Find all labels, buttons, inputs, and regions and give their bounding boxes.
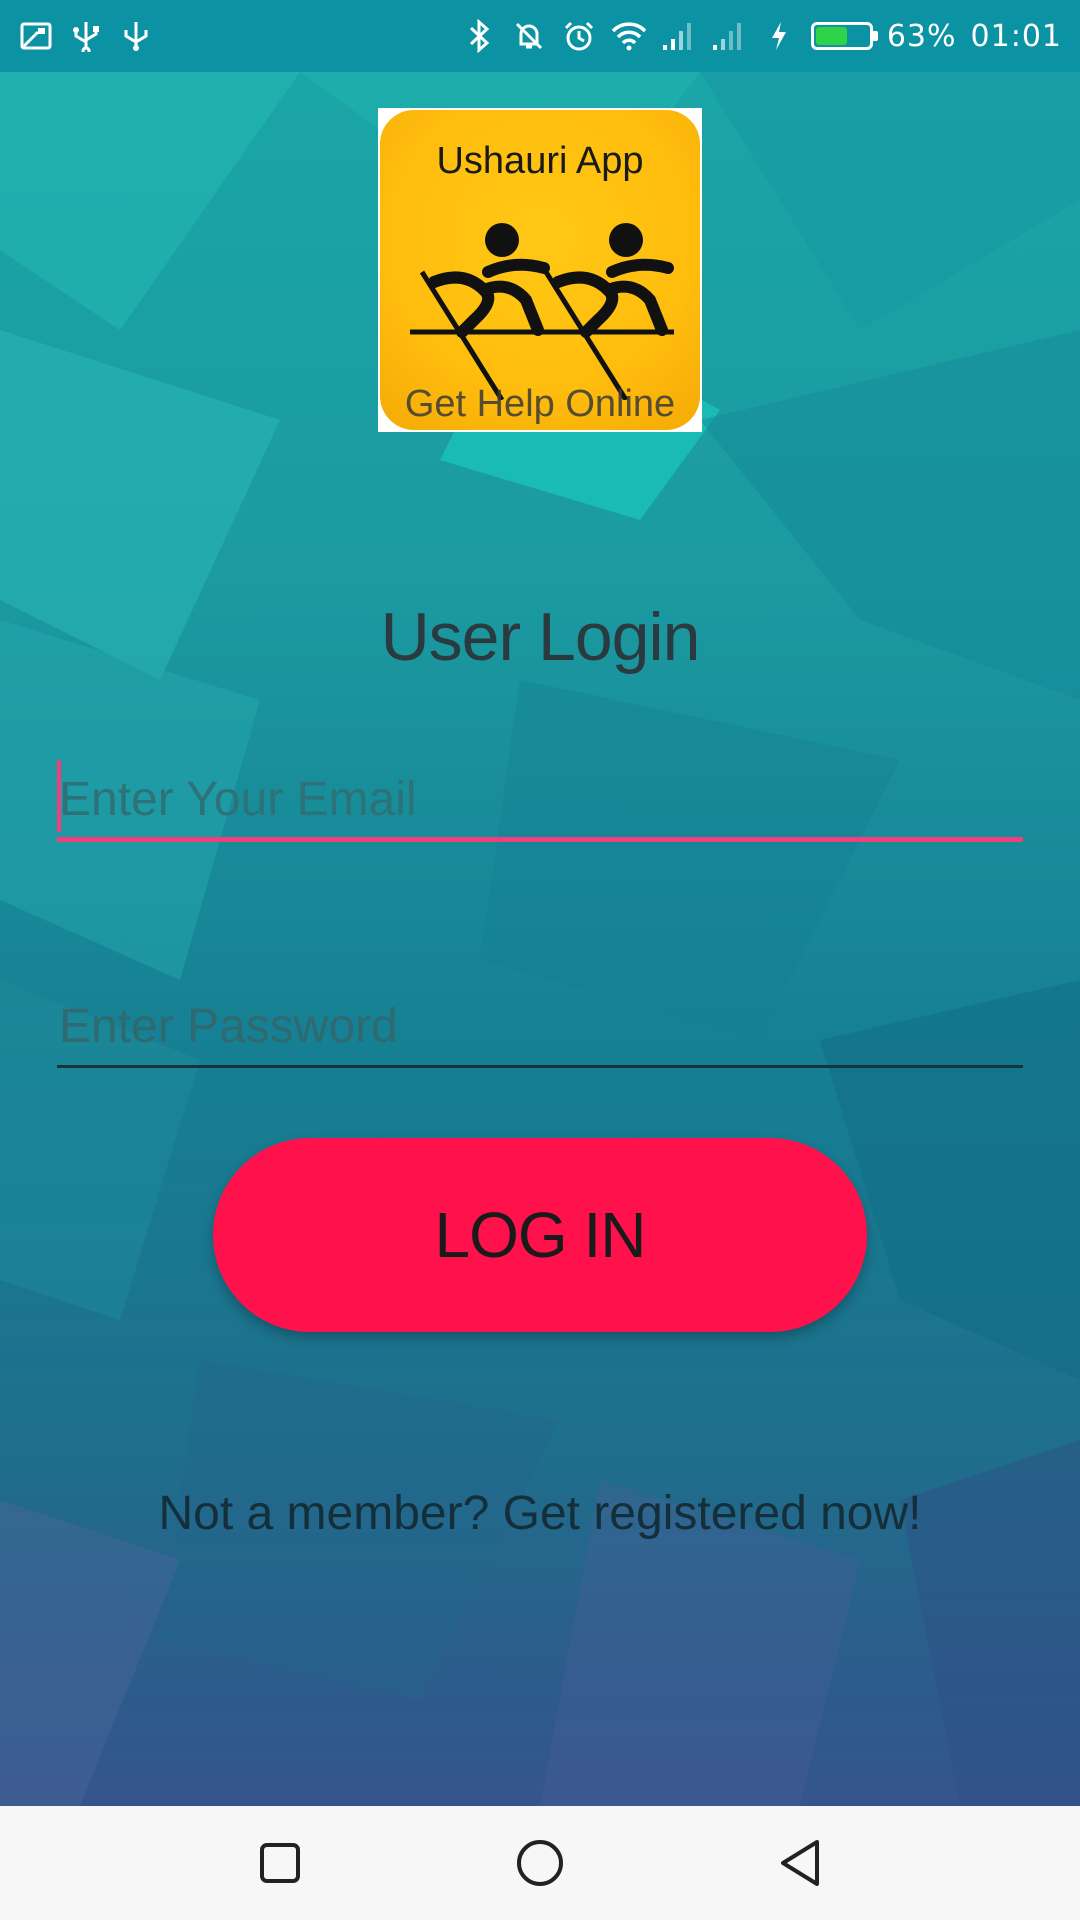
rowers-icon bbox=[410, 223, 674, 400]
register-link[interactable]: Not a member? Get registered now! bbox=[0, 1486, 1080, 1541]
back-triangle-icon bbox=[781, 1840, 819, 1886]
battery-level-fill bbox=[815, 27, 848, 45]
status-bar-left bbox=[18, 18, 154, 54]
password-field[interactable] bbox=[57, 988, 1023, 1068]
usb-icon bbox=[118, 18, 154, 54]
battery-icon bbox=[810, 22, 878, 50]
square-icon bbox=[260, 1843, 300, 1883]
charging-icon bbox=[761, 18, 797, 54]
navigation-bar bbox=[0, 1806, 1080, 1920]
bluetooth-icon bbox=[461, 18, 497, 54]
status-bar-right: 63% 01:01 bbox=[461, 18, 1062, 54]
logo-title: Ushauri App bbox=[436, 140, 644, 182]
home-button[interactable] bbox=[510, 1833, 570, 1893]
notifications-off-icon bbox=[511, 18, 547, 54]
screenshot-icon bbox=[18, 18, 54, 54]
logo-subtitle: Get Help Online bbox=[404, 383, 676, 425]
back-button[interactable] bbox=[770, 1833, 830, 1893]
usb-icon bbox=[68, 18, 104, 54]
signal-icon bbox=[711, 18, 747, 54]
text-cursor bbox=[57, 760, 61, 832]
circle-icon bbox=[517, 1840, 563, 1886]
page-title: User Login bbox=[380, 599, 701, 675]
logo-badge: Ushauri App Get Help Online bbox=[380, 110, 700, 430]
login-button[interactable]: LOG IN bbox=[213, 1138, 867, 1332]
login-screen: 63% 01:01 Ushauri App Get Help Online Us… bbox=[0, 0, 1080, 1920]
clock: 01:01 bbox=[970, 18, 1062, 54]
battery-percent: 63% bbox=[886, 18, 957, 54]
signal-icon bbox=[661, 18, 697, 54]
status-bar: 63% 01:01 bbox=[0, 0, 1080, 72]
app-logo: Ushauri App Get Help Online bbox=[378, 108, 702, 432]
alarm-icon bbox=[561, 18, 597, 54]
recent-apps-button[interactable] bbox=[250, 1833, 310, 1893]
email-field[interactable] bbox=[57, 762, 1023, 842]
wifi-icon bbox=[611, 18, 647, 54]
